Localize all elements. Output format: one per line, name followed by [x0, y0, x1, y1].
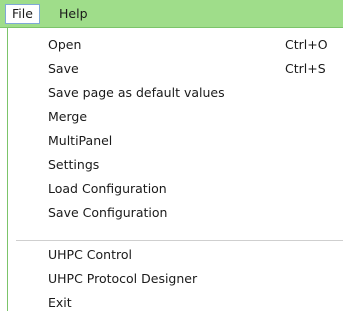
menu-item-open[interactable]: Open Ctrl+O	[8, 33, 343, 57]
menu-separator	[16, 240, 343, 241]
menu-item-merge[interactable]: Merge	[8, 105, 343, 129]
menu-item-load-configuration[interactable]: Load Configuration	[8, 177, 343, 201]
menu-item-multipanel[interactable]: MultiPanel	[8, 129, 343, 153]
menu-item-shortcut: Ctrl+O	[285, 37, 328, 52]
file-menu-dropdown: Open Ctrl+O Save Ctrl+S Save page as def…	[0, 28, 343, 311]
menu-item-label: Save	[48, 61, 79, 76]
menu-item-save-configuration[interactable]: Save Configuration	[8, 201, 343, 225]
menu-item-save[interactable]: Save Ctrl+S	[8, 57, 343, 81]
menu-item-label: Open	[48, 37, 82, 52]
menu-help[interactable]: Help	[53, 4, 94, 24]
menu-bar: File Help	[0, 0, 343, 28]
menu-item-label: Save Configuration	[48, 205, 168, 220]
menu-file[interactable]: File	[5, 4, 40, 24]
app-window: File Help Open Ctrl+O Save Ctrl+S Save p…	[0, 0, 343, 311]
menu-item-exit[interactable]: Exit	[8, 291, 343, 311]
menu-item-label: UHPC Control	[48, 247, 132, 262]
menu-item-save-page-as-default-values[interactable]: Save page as default values	[8, 81, 343, 105]
menu-item-label: Merge	[48, 109, 88, 124]
menu-item-label: Load Configuration	[48, 181, 167, 196]
menu-item-label: Save page as default values	[48, 85, 225, 100]
menu-item-label: Exit	[48, 295, 72, 310]
menu-item-label: UHPC Protocol Designer	[48, 271, 198, 286]
menu-item-uhpc-control[interactable]: UHPC Control	[8, 243, 343, 267]
menu-item-settings[interactable]: Settings	[8, 153, 343, 177]
menu-item-shortcut: Ctrl+S	[285, 61, 326, 76]
menu-item-label: Settings	[48, 157, 100, 172]
menu-item-label: MultiPanel	[48, 133, 113, 148]
menu-item-uhpc-protocol-designer[interactable]: UHPC Protocol Designer	[8, 267, 343, 291]
